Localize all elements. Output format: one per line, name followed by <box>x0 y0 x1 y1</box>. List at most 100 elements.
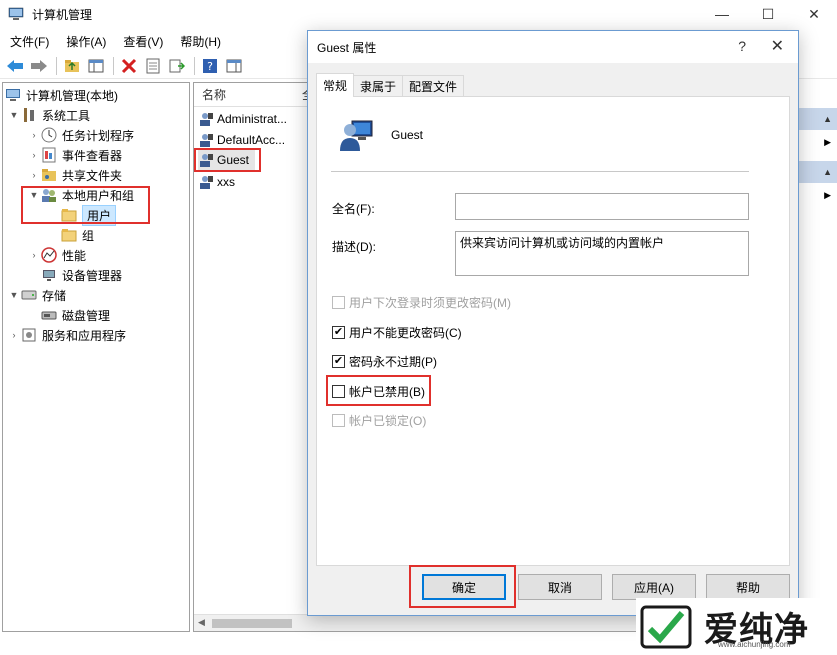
tab-general[interactable]: 常规 <box>316 73 355 97</box>
fullname-label: 全名(F): <box>332 202 375 216</box>
list-item[interactable]: Administrat... <box>198 109 287 129</box>
forward-arrow-icon[interactable] <box>28 55 50 77</box>
tree-item-label: 存储 <box>42 288 67 303</box>
divider <box>331 171 749 172</box>
checkmark-icon[interactable]: ✔ <box>332 325 345 339</box>
tree-item-disk-management[interactable]: 磁盘管理 <box>27 305 110 325</box>
services-icon <box>22 328 36 342</box>
more-actions-icon[interactable]: ▶ <box>824 190 831 201</box>
scroll-left-icon[interactable]: ◀ <box>198 617 205 628</box>
menu-view[interactable]: 查看(V) <box>113 33 170 50</box>
tree-item-task-scheduler[interactable]: › 任务计划程序 <box>27 125 134 145</box>
tree-item-local-users-groups[interactable]: ▼ 本地用户和组 <box>27 185 134 205</box>
tree-item-label: 性能 <box>62 248 87 263</box>
performance-icon <box>41 247 57 263</box>
tree-item-shared-folders[interactable]: › 共享文件夹 <box>27 165 123 185</box>
list-item[interactable]: xxs <box>198 172 235 192</box>
checkbox-label: 密码永不过期(P) <box>349 354 437 369</box>
menu-action[interactable]: 操作(A) <box>56 33 113 50</box>
menu-file[interactable]: 文件(F) <box>0 33 56 50</box>
tree-item-label: 任务计划程序 <box>62 128 135 143</box>
account-disabled-checkbox[interactable]: 帐户已禁用(B) <box>332 382 425 400</box>
tree-item-services-apps[interactable]: › 服务和应用程序 <box>7 325 126 345</box>
main-title-bar: 计算机管理 — ☐ ✕ <box>0 0 837 28</box>
must-change-password-checkbox[interactable]: 用户下次登录时须更改密码(M) <box>332 293 511 311</box>
delete-icon[interactable] <box>118 55 140 77</box>
tree-item-device-manager[interactable]: 设备管理器 <box>27 265 122 285</box>
help-icon[interactable]: ? <box>199 55 221 77</box>
window-title: 计算机管理 <box>32 7 93 22</box>
up-folder-icon[interactable] <box>61 55 83 77</box>
show-tree-icon[interactable] <box>85 55 107 77</box>
chevron-right-icon[interactable]: › <box>7 330 21 340</box>
chevron-down-icon[interactable]: ▼ <box>7 290 21 300</box>
maximize-button[interactable]: ☐ <box>745 0 791 28</box>
list-item-guest[interactable]: Guest <box>198 150 256 170</box>
user-icon <box>200 176 213 189</box>
tree-item-root[interactable]: 计算机管理(本地) <box>5 85 118 105</box>
action-pane-icon[interactable] <box>223 55 245 77</box>
checkbox-box[interactable] <box>332 295 345 309</box>
chevron-right-icon[interactable]: › <box>27 170 41 180</box>
tree-item-label: 计算机管理(本地) <box>26 88 118 103</box>
tools-icon <box>24 108 34 122</box>
chevron-down-icon[interactable]: ▼ <box>27 190 41 200</box>
folder-icon <box>61 209 77 222</box>
tree-item-label: 设备管理器 <box>62 268 123 283</box>
tree-item-groups[interactable]: 组 <box>47 225 94 245</box>
users-group-icon <box>42 189 56 202</box>
clock-icon <box>41 127 57 143</box>
list-item-label: Administrat... <box>217 112 288 126</box>
chevron-right-icon[interactable]: › <box>27 250 41 260</box>
tree-item-label: 服务和应用程序 <box>42 328 127 343</box>
chevron-right-icon[interactable]: › <box>27 130 41 140</box>
column-header-name[interactable]: 名称 <box>194 86 294 103</box>
chevron-down-icon[interactable]: ▼ <box>7 110 21 120</box>
menu-help[interactable]: 帮助(H) <box>170 33 228 50</box>
checkbox-label: 用户不能更改密码(C) <box>349 325 462 340</box>
actions-section-header[interactable]: ▲ <box>796 161 837 183</box>
tree-item-performance[interactable]: › 性能 <box>27 245 86 265</box>
user-name: Guest <box>391 128 424 142</box>
help-button[interactable]: ? <box>738 38 746 54</box>
disk-icon <box>41 311 57 320</box>
description-field[interactable]: 供来宾访问计算机或访问域的内置帐户 <box>455 231 749 276</box>
account-locked-checkbox[interactable]: 帐户已锁定(O) <box>332 411 426 429</box>
cannot-change-password-checkbox[interactable]: ✔ 用户不能更改密码(C) <box>332 323 462 341</box>
user-icon <box>200 154 213 167</box>
cancel-button[interactable]: 取消 <box>518 574 602 600</box>
help-dialog-button[interactable]: 帮助 <box>706 574 790 600</box>
tree-item-event-viewer[interactable]: › 事件查看器 <box>27 145 122 165</box>
list-item-label: Guest <box>217 153 250 167</box>
more-actions-icon[interactable]: ▶ <box>824 137 831 148</box>
minimize-button[interactable]: — <box>699 0 745 28</box>
tab-member-of[interactable]: 隶属于 <box>353 75 404 97</box>
actions-section-header[interactable]: ▲ <box>796 108 837 130</box>
computer-management-icon <box>8 7 24 20</box>
fullname-field[interactable] <box>455 193 749 220</box>
scrollbar-thumb[interactable] <box>212 619 292 628</box>
back-arrow-icon[interactable] <box>4 55 26 77</box>
tree-item-users[interactable]: 用户 <box>47 204 117 226</box>
tree-item-system-tools[interactable]: ▼ 系统工具 <box>7 105 90 125</box>
apply-button[interactable]: 应用(A) <box>612 574 696 600</box>
toolbar-separator <box>194 56 195 75</box>
password-never-expires-checkbox[interactable]: ✔ 密码永不过期(P) <box>332 352 437 370</box>
checkmark-icon[interactable]: ✔ <box>332 354 345 368</box>
dialog-title-bar: Guest 属性 ? ✕ <box>308 31 798 63</box>
close-button[interactable]: ✕ <box>791 0 837 28</box>
tree-item-label: 事件查看器 <box>62 148 123 163</box>
tree-item-storage[interactable]: ▼ 存储 <box>7 285 66 305</box>
tab-profile[interactable]: 配置文件 <box>402 75 465 97</box>
checkbox-box[interactable] <box>332 413 345 427</box>
list-item[interactable]: DefaultAcc... <box>198 130 285 150</box>
ok-button[interactable]: 确定 <box>422 574 506 600</box>
chevron-right-icon[interactable]: › <box>27 150 41 160</box>
dialog-title: Guest 属性 <box>317 40 377 55</box>
toolbar-separator <box>56 56 57 75</box>
export-list-icon[interactable] <box>166 55 188 77</box>
properties-icon[interactable] <box>142 55 164 77</box>
dialog-close-button[interactable]: ✕ <box>771 36 784 56</box>
event-viewer-icon <box>42 147 56 163</box>
checkbox-box[interactable] <box>332 384 345 398</box>
